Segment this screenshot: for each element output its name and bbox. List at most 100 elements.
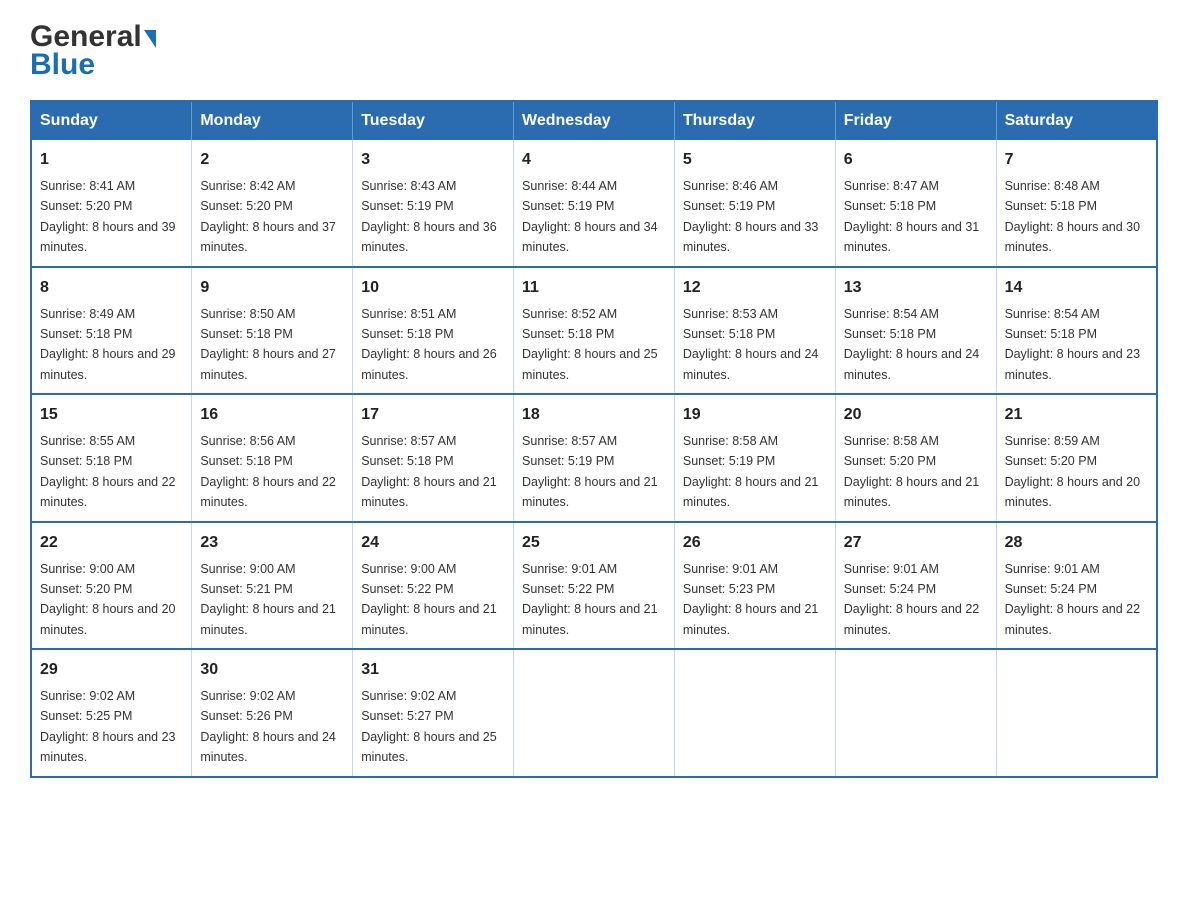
day-of-week-header: Wednesday	[514, 101, 675, 140]
day-info: Sunrise: 8:48 AMSunset: 5:18 PMDaylight:…	[1005, 179, 1141, 254]
calendar-day-cell: 2 Sunrise: 8:42 AMSunset: 5:20 PMDayligh…	[192, 140, 353, 267]
day-info: Sunrise: 9:00 AMSunset: 5:22 PMDaylight:…	[361, 562, 497, 637]
day-info: Sunrise: 8:53 AMSunset: 5:18 PMDaylight:…	[683, 307, 819, 382]
day-info: Sunrise: 9:01 AMSunset: 5:24 PMDaylight:…	[844, 562, 980, 637]
day-info: Sunrise: 9:01 AMSunset: 5:22 PMDaylight:…	[522, 562, 658, 637]
calendar-day-cell: 21 Sunrise: 8:59 AMSunset: 5:20 PMDaylig…	[996, 394, 1157, 522]
day-info: Sunrise: 8:50 AMSunset: 5:18 PMDaylight:…	[200, 307, 336, 382]
day-info: Sunrise: 8:43 AMSunset: 5:19 PMDaylight:…	[361, 179, 497, 254]
day-info: Sunrise: 8:58 AMSunset: 5:20 PMDaylight:…	[844, 434, 980, 509]
calendar-week-row: 1 Sunrise: 8:41 AMSunset: 5:20 PMDayligh…	[31, 140, 1157, 267]
day-number: 22	[40, 531, 183, 555]
calendar-day-cell: 1 Sunrise: 8:41 AMSunset: 5:20 PMDayligh…	[31, 140, 192, 267]
calendar-day-cell: 18 Sunrise: 8:57 AMSunset: 5:19 PMDaylig…	[514, 394, 675, 522]
day-number: 17	[361, 403, 505, 427]
calendar-day-cell: 24 Sunrise: 9:00 AMSunset: 5:22 PMDaylig…	[353, 522, 514, 650]
day-number: 7	[1005, 148, 1148, 172]
calendar-day-cell: 12 Sunrise: 8:53 AMSunset: 5:18 PMDaylig…	[674, 267, 835, 395]
calendar-day-cell	[674, 649, 835, 777]
calendar-day-cell: 19 Sunrise: 8:58 AMSunset: 5:19 PMDaylig…	[674, 394, 835, 522]
calendar-day-cell: 10 Sunrise: 8:51 AMSunset: 5:18 PMDaylig…	[353, 267, 514, 395]
day-number: 27	[844, 531, 988, 555]
day-number: 28	[1005, 531, 1148, 555]
calendar-day-cell: 20 Sunrise: 8:58 AMSunset: 5:20 PMDaylig…	[835, 394, 996, 522]
calendar-day-cell: 31 Sunrise: 9:02 AMSunset: 5:27 PMDaylig…	[353, 649, 514, 777]
day-number: 5	[683, 148, 827, 172]
day-number: 2	[200, 148, 344, 172]
calendar-day-cell: 22 Sunrise: 9:00 AMSunset: 5:20 PMDaylig…	[31, 522, 192, 650]
day-info: Sunrise: 8:52 AMSunset: 5:18 PMDaylight:…	[522, 307, 658, 382]
day-info: Sunrise: 9:02 AMSunset: 5:26 PMDaylight:…	[200, 689, 336, 764]
day-info: Sunrise: 8:57 AMSunset: 5:19 PMDaylight:…	[522, 434, 658, 509]
calendar-day-cell: 23 Sunrise: 9:00 AMSunset: 5:21 PMDaylig…	[192, 522, 353, 650]
day-number: 31	[361, 658, 505, 682]
day-info: Sunrise: 9:01 AMSunset: 5:23 PMDaylight:…	[683, 562, 819, 637]
calendar-header-row: SundayMondayTuesdayWednesdayThursdayFrid…	[31, 101, 1157, 140]
day-info: Sunrise: 9:01 AMSunset: 5:24 PMDaylight:…	[1005, 562, 1141, 637]
calendar-day-cell	[835, 649, 996, 777]
calendar-week-row: 29 Sunrise: 9:02 AMSunset: 5:25 PMDaylig…	[31, 649, 1157, 777]
day-number: 10	[361, 276, 505, 300]
calendar-day-cell: 3 Sunrise: 8:43 AMSunset: 5:19 PMDayligh…	[353, 140, 514, 267]
day-info: Sunrise: 8:54 AMSunset: 5:18 PMDaylight:…	[1005, 307, 1141, 382]
day-info: Sunrise: 8:59 AMSunset: 5:20 PMDaylight:…	[1005, 434, 1141, 509]
calendar-day-cell: 27 Sunrise: 9:01 AMSunset: 5:24 PMDaylig…	[835, 522, 996, 650]
day-number: 29	[40, 658, 183, 682]
calendar-day-cell: 28 Sunrise: 9:01 AMSunset: 5:24 PMDaylig…	[996, 522, 1157, 650]
day-info: Sunrise: 8:58 AMSunset: 5:19 PMDaylight:…	[683, 434, 819, 509]
day-info: Sunrise: 8:56 AMSunset: 5:18 PMDaylight:…	[200, 434, 336, 509]
day-number: 11	[522, 276, 666, 300]
calendar-week-row: 8 Sunrise: 8:49 AMSunset: 5:18 PMDayligh…	[31, 267, 1157, 395]
calendar-day-cell: 13 Sunrise: 8:54 AMSunset: 5:18 PMDaylig…	[835, 267, 996, 395]
day-number: 26	[683, 531, 827, 555]
day-info: Sunrise: 8:47 AMSunset: 5:18 PMDaylight:…	[844, 179, 980, 254]
calendar-day-cell: 30 Sunrise: 9:02 AMSunset: 5:26 PMDaylig…	[192, 649, 353, 777]
calendar-day-cell: 11 Sunrise: 8:52 AMSunset: 5:18 PMDaylig…	[514, 267, 675, 395]
day-info: Sunrise: 8:51 AMSunset: 5:18 PMDaylight:…	[361, 307, 497, 382]
calendar-day-cell: 6 Sunrise: 8:47 AMSunset: 5:18 PMDayligh…	[835, 140, 996, 267]
page-header: General Blue	[30, 20, 1158, 82]
day-info: Sunrise: 9:00 AMSunset: 5:21 PMDaylight:…	[200, 562, 336, 637]
calendar-day-cell: 29 Sunrise: 9:02 AMSunset: 5:25 PMDaylig…	[31, 649, 192, 777]
day-number: 30	[200, 658, 344, 682]
day-of-week-header: Friday	[835, 101, 996, 140]
day-of-week-header: Saturday	[996, 101, 1157, 140]
day-number: 25	[522, 531, 666, 555]
day-info: Sunrise: 9:02 AMSunset: 5:27 PMDaylight:…	[361, 689, 497, 764]
calendar-day-cell: 5 Sunrise: 8:46 AMSunset: 5:19 PMDayligh…	[674, 140, 835, 267]
calendar-day-cell	[996, 649, 1157, 777]
day-of-week-header: Monday	[192, 101, 353, 140]
day-number: 6	[844, 148, 988, 172]
day-number: 13	[844, 276, 988, 300]
day-number: 24	[361, 531, 505, 555]
day-of-week-header: Thursday	[674, 101, 835, 140]
calendar-day-cell: 25 Sunrise: 9:01 AMSunset: 5:22 PMDaylig…	[514, 522, 675, 650]
day-number: 1	[40, 148, 183, 172]
day-info: Sunrise: 8:46 AMSunset: 5:19 PMDaylight:…	[683, 179, 819, 254]
day-info: Sunrise: 8:57 AMSunset: 5:18 PMDaylight:…	[361, 434, 497, 509]
day-info: Sunrise: 8:55 AMSunset: 5:18 PMDaylight:…	[40, 434, 176, 509]
day-number: 20	[844, 403, 988, 427]
day-number: 21	[1005, 403, 1148, 427]
calendar-table: SundayMondayTuesdayWednesdayThursdayFrid…	[30, 100, 1158, 778]
day-number: 23	[200, 531, 344, 555]
calendar-day-cell: 17 Sunrise: 8:57 AMSunset: 5:18 PMDaylig…	[353, 394, 514, 522]
day-number: 18	[522, 403, 666, 427]
calendar-day-cell: 14 Sunrise: 8:54 AMSunset: 5:18 PMDaylig…	[996, 267, 1157, 395]
calendar-day-cell: 26 Sunrise: 9:01 AMSunset: 5:23 PMDaylig…	[674, 522, 835, 650]
logo-blue-text: Blue	[30, 48, 95, 82]
calendar-day-cell	[514, 649, 675, 777]
calendar-day-cell: 8 Sunrise: 8:49 AMSunset: 5:18 PMDayligh…	[31, 267, 192, 395]
day-number: 16	[200, 403, 344, 427]
calendar-day-cell: 16 Sunrise: 8:56 AMSunset: 5:18 PMDaylig…	[192, 394, 353, 522]
day-number: 19	[683, 403, 827, 427]
day-info: Sunrise: 8:54 AMSunset: 5:18 PMDaylight:…	[844, 307, 980, 382]
day-number: 15	[40, 403, 183, 427]
day-number: 14	[1005, 276, 1148, 300]
day-of-week-header: Tuesday	[353, 101, 514, 140]
calendar-week-row: 22 Sunrise: 9:00 AMSunset: 5:20 PMDaylig…	[31, 522, 1157, 650]
calendar-day-cell: 4 Sunrise: 8:44 AMSunset: 5:19 PMDayligh…	[514, 140, 675, 267]
day-number: 8	[40, 276, 183, 300]
day-info: Sunrise: 9:00 AMSunset: 5:20 PMDaylight:…	[40, 562, 176, 637]
day-info: Sunrise: 8:49 AMSunset: 5:18 PMDaylight:…	[40, 307, 176, 382]
